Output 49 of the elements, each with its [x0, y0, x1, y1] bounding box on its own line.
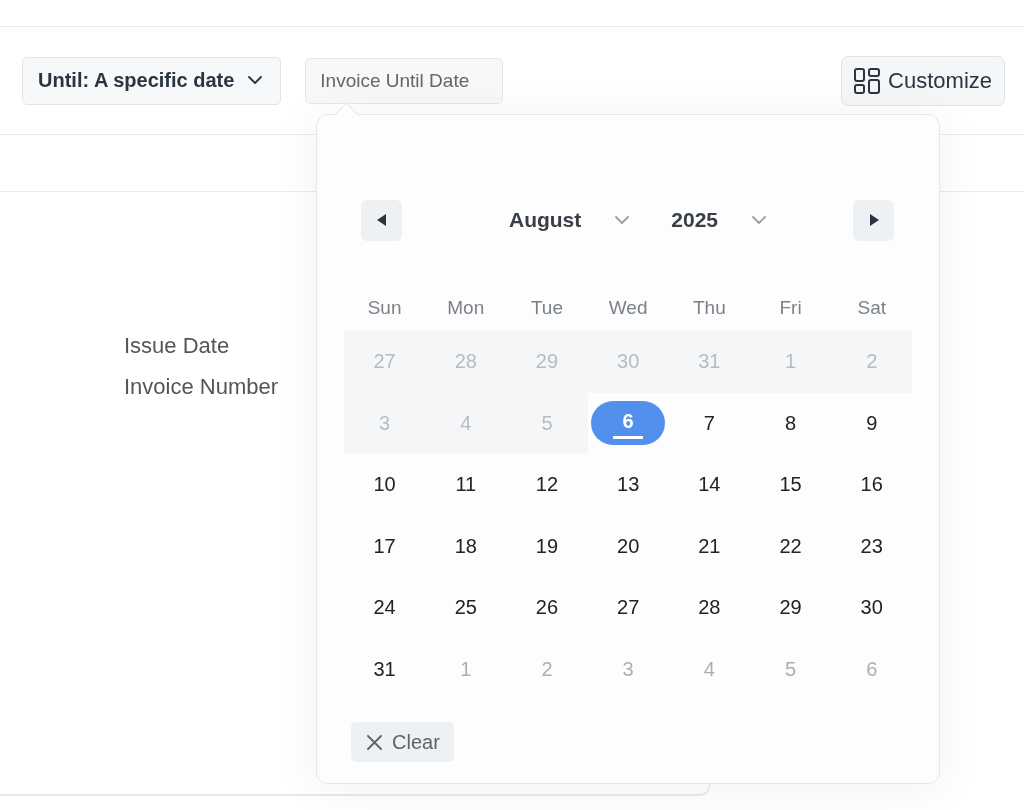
triangle-left-icon	[376, 214, 387, 226]
calendar-day[interactable]: 9	[866, 411, 878, 435]
calendar-day[interactable]: 18	[454, 534, 477, 558]
calendar-day[interactable]: 13	[617, 473, 640, 497]
weekday-label: Tue	[530, 297, 563, 319]
calendar-day[interactable]: 24	[373, 596, 396, 620]
weekday-label: Fri	[779, 297, 802, 319]
calendar-day[interactable]: 29	[779, 596, 802, 620]
calendar-day[interactable]: 17	[373, 534, 396, 558]
until-filter-dropdown[interactable]: Until: A specific date	[22, 56, 282, 105]
field-label: Invoice Number	[124, 373, 280, 400]
weekday-label: Sat	[857, 297, 886, 319]
date-input-field[interactable]: Invoice Until Date	[305, 57, 504, 104]
calendar-day[interactable]: 27	[617, 596, 640, 620]
calendar-day[interactable]: 23	[860, 534, 883, 558]
weekday-label: Sun	[367, 297, 402, 319]
calendar-day[interactable]: 26	[535, 596, 559, 620]
clear-button[interactable]: Clear	[351, 722, 454, 762]
year-select[interactable]: 2025	[671, 208, 718, 232]
calendar-day[interactable]: 11	[455, 473, 477, 497]
weekday-label: Mon	[447, 297, 485, 319]
calendar-day[interactable]: 7	[703, 411, 715, 435]
calendar-day[interactable]: 21	[698, 534, 721, 558]
grid-icon	[854, 67, 881, 94]
weekday-label: Thu	[692, 297, 726, 319]
next-month-button[interactable]	[853, 199, 894, 241]
field-label: Issue Date	[124, 332, 231, 359]
chevron-down-icon	[248, 76, 263, 85]
chevron-down-icon	[752, 215, 766, 225]
calendar-day[interactable]: 28	[698, 596, 721, 620]
calendar-day[interactable]: 22	[779, 534, 802, 558]
close-icon	[367, 734, 382, 750]
weekday-label: Wed	[608, 297, 648, 319]
calendar-day[interactable]: 16	[860, 473, 883, 497]
calendar-day[interactable]: 30	[860, 596, 883, 620]
calendar-day[interactable]: 20	[617, 534, 640, 558]
calendar-day[interactable]: 31	[373, 657, 396, 681]
calendar-day[interactable]: 8	[784, 411, 797, 435]
customize-button[interactable]: Customize	[841, 55, 1005, 106]
calendar-day[interactable]: 10	[373, 473, 396, 497]
triangle-right-icon	[868, 214, 879, 226]
previous-month-button[interactable]	[361, 199, 402, 241]
calendar-day[interactable]: 12	[535, 473, 559, 497]
calendar-day[interactable]: 25	[454, 596, 477, 620]
chevron-down-icon	[615, 215, 630, 225]
calendar-day[interactable]: 19	[535, 534, 559, 558]
month-select[interactable]: August	[508, 208, 582, 232]
calendar-day[interactable]: 14	[698, 473, 721, 497]
calendar-day[interactable]: 15	[779, 473, 802, 497]
